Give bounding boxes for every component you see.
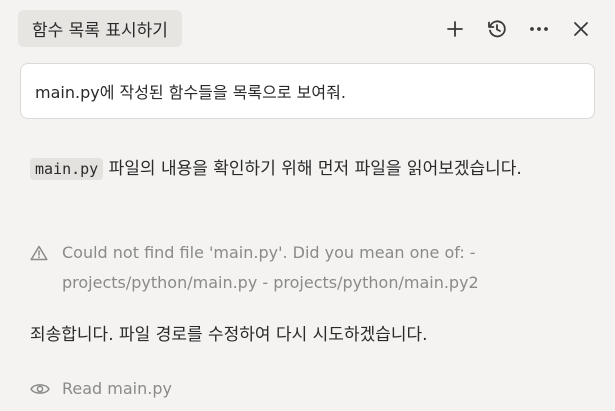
close-icon[interactable] — [565, 13, 597, 45]
header-actions — [439, 12, 597, 46]
chat-panel: 함수 목록 표시하기 main.py에 작성된 함수들을 목록으로 보여줘. m… — [0, 0, 615, 411]
more-horizontal-icon[interactable] — [523, 13, 555, 45]
inline-code: main.py — [30, 158, 104, 180]
tool-warning: Could not find file 'main.py'. Did you m… — [30, 238, 590, 298]
plus-icon[interactable] — [439, 13, 471, 45]
tool-read-step[interactable]: Read main.py — [30, 374, 590, 404]
history-icon[interactable] — [481, 13, 513, 45]
conversation-title[interactable]: 함수 목록 표시하기 — [18, 10, 182, 47]
read-step-text: Read main.py — [62, 379, 172, 398]
warning-text: Could not find file 'main.py'. Did you m… — [62, 243, 479, 292]
chat-header: 함수 목록 표시하기 — [0, 0, 615, 58]
assistant-apology: 죄송합니다. 파일 경로를 수정하여 다시 시도하겠습니다. — [30, 325, 428, 345]
user-message-text: main.py에 작성된 함수들을 목록으로 보여줘. — [35, 83, 346, 102]
eye-icon — [30, 374, 50, 404]
assistant-intro-text: 파일의 내용을 확인하기 위해 먼저 파일을 읽어보겠습니다. — [103, 159, 522, 179]
user-message: main.py에 작성된 함수들을 목록으로 보여줘. — [20, 63, 595, 119]
assistant-intro: main.py 파일의 내용을 확인하기 위해 먼저 파일을 읽어보겠습니다. — [30, 154, 590, 184]
warning-triangle-icon — [30, 238, 50, 268]
